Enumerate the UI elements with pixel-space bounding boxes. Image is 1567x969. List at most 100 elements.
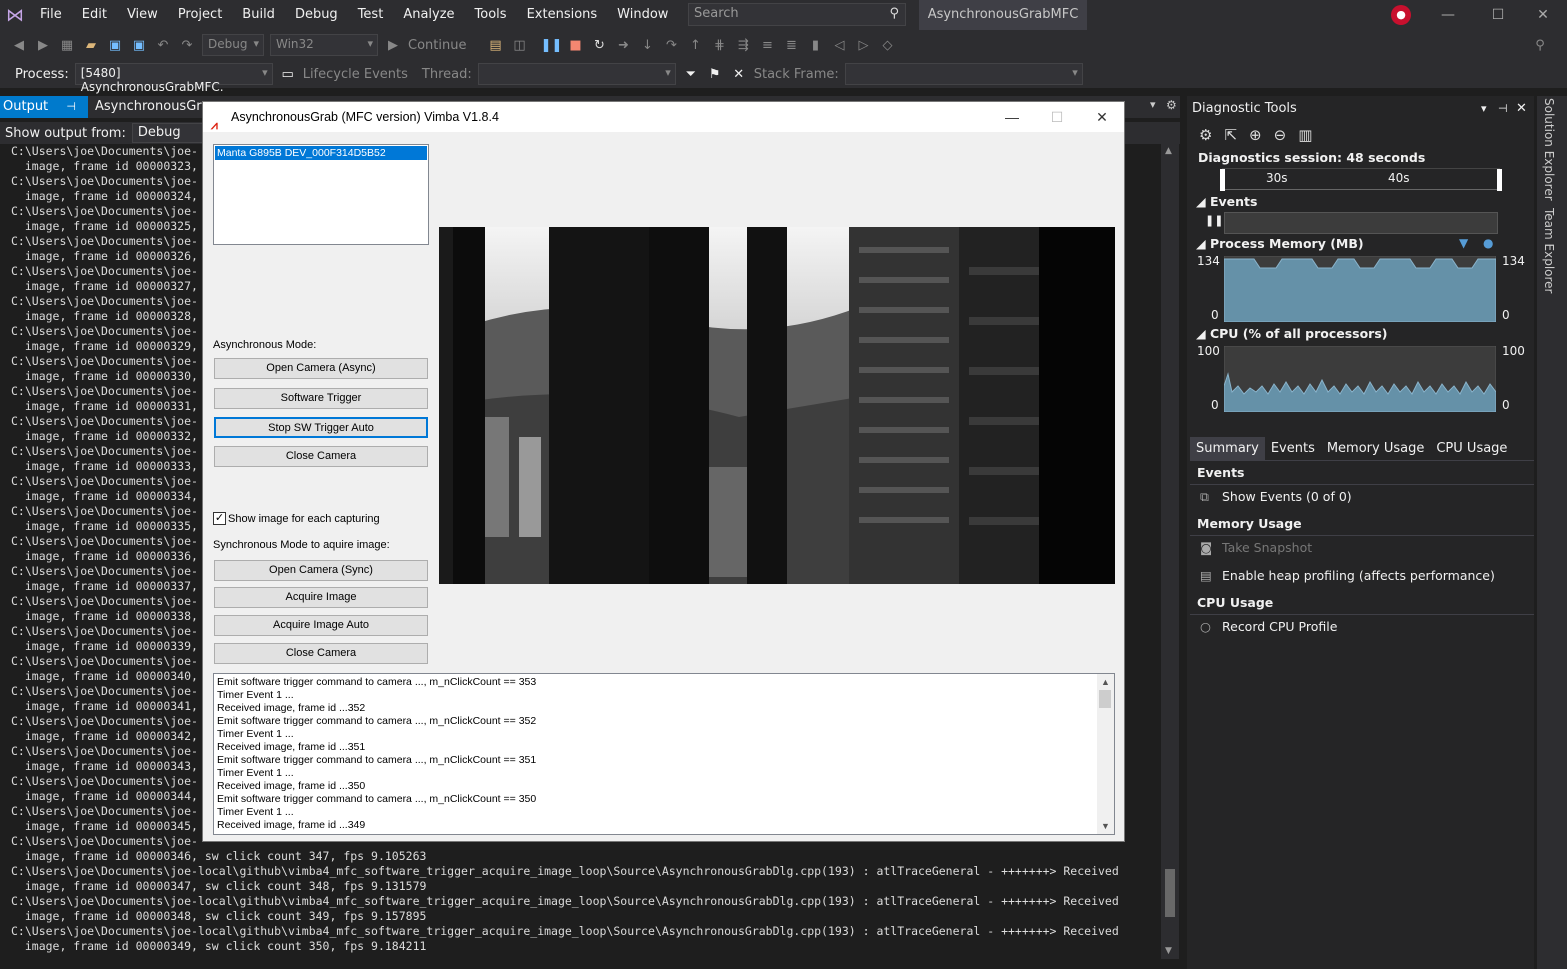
- close-icon[interactable]: ✕: [1516, 96, 1527, 122]
- continue-icon[interactable]: ▶: [384, 36, 402, 54]
- checkbox-checked-icon[interactable]: ✓: [213, 512, 226, 525]
- software-trigger-button[interactable]: Software Trigger: [214, 388, 428, 409]
- save-icon[interactable]: ▣: [106, 36, 124, 54]
- maximize-button[interactable]: ☐: [1475, 0, 1521, 30]
- dialog-minimize-button[interactable]: —: [989, 102, 1035, 132]
- pause-events-icon[interactable]: ❚❚: [1205, 214, 1223, 227]
- dialog-maximize-button[interactable]: ☐: [1034, 102, 1080, 132]
- process-select[interactable]: [5480] AsynchronousGrabMFC.: [74, 63, 273, 94]
- settings-icon[interactable]: ⚙: [1199, 126, 1212, 144]
- timeline-ruler[interactable]: 30s 40s: [1220, 168, 1502, 191]
- screenshot-icon[interactable]: ◫: [510, 36, 528, 54]
- lifecycle-events-dropdown[interactable]: Lifecycle Events: [303, 67, 408, 82]
- stop-icon[interactable]: ■: [566, 36, 584, 54]
- menu-item[interactable]: Edit: [72, 0, 117, 30]
- show-image-checkbox[interactable]: ✓ Show image for each capturing: [213, 512, 380, 525]
- comment-icon[interactable]: ≣: [782, 36, 800, 54]
- dialog-close-button[interactable]: ✕: [1079, 102, 1125, 132]
- acquire-image-auto-button[interactable]: Acquire Image Auto: [214, 615, 428, 636]
- minimize-button[interactable]: —: [1425, 0, 1471, 30]
- open-file-icon[interactable]: ▰: [82, 36, 100, 54]
- scroll-up-icon[interactable]: ▲: [1101, 676, 1110, 689]
- save-all-icon[interactable]: ▣: [130, 36, 148, 54]
- restart-icon[interactable]: ↻: [590, 36, 608, 54]
- menu-item[interactable]: Build: [232, 0, 285, 30]
- step-over-icon[interactable]: ↷: [662, 36, 680, 54]
- pause-icon[interactable]: ❚❚: [541, 36, 563, 54]
- camera-list-item[interactable]: Manta G895B DEV_000F314D5B52: [215, 146, 427, 160]
- camera-list[interactable]: Manta G895B DEV_000F314D5B52: [213, 144, 429, 245]
- menu-item[interactable]: Analyze: [393, 0, 464, 30]
- show-next-statement-icon[interactable]: ➜: [614, 36, 632, 54]
- diag-tab[interactable]: Summary: [1190, 437, 1265, 460]
- acquire-image-button[interactable]: Acquire Image: [214, 587, 428, 608]
- show-events-link[interactable]: ⧉ Show Events (0 of 0): [1200, 486, 1352, 508]
- attach-icon[interactable]: ▤: [486, 36, 504, 54]
- output-scrollbar[interactable]: ▲ ▼: [1161, 144, 1179, 959]
- zoom-in-icon[interactable]: ⊕: [1249, 126, 1262, 144]
- record-cpu-profile-button[interactable]: ○ Record CPU Profile: [1200, 616, 1337, 638]
- log-scroll-thumb[interactable]: [1099, 690, 1111, 708]
- diag-tab[interactable]: CPU Usage: [1430, 437, 1513, 460]
- menu-item[interactable]: Extensions: [517, 0, 608, 30]
- forward-icon[interactable]: ▶: [34, 36, 52, 54]
- redo-icon[interactable]: ↷: [178, 36, 196, 54]
- solution-explorer-tab[interactable]: Solution Explorer: [1542, 98, 1556, 201]
- diag-tab[interactable]: Memory Usage: [1321, 437, 1431, 460]
- flag-icon[interactable]: ⚑: [706, 65, 724, 83]
- bookmark-next-icon[interactable]: ▷: [854, 36, 872, 54]
- menu-item[interactable]: Test: [348, 0, 394, 30]
- reset-zoom-icon[interactable]: ▥: [1298, 126, 1312, 144]
- continue-button[interactable]: Continue: [408, 38, 466, 53]
- back-icon[interactable]: ◀: [10, 36, 28, 54]
- menu-item[interactable]: Window: [607, 0, 678, 30]
- scroll-up-icon[interactable]: ▲: [1165, 146, 1172, 156]
- open-camera-sync-button[interactable]: Open Camera (Sync): [214, 560, 428, 581]
- stop-sw-trigger-auto-button[interactable]: Stop SW Trigger Auto: [214, 417, 428, 438]
- list-icon[interactable]: ≡: [758, 36, 776, 54]
- pin-icon[interactable]: ⊣: [66, 100, 76, 113]
- platform-select[interactable]: Win32: [270, 34, 378, 56]
- team-explorer-tab[interactable]: Team Explorer: [1542, 208, 1556, 294]
- menu-item[interactable]: File: [30, 0, 72, 30]
- take-snapshot-button[interactable]: ◙ Take Snapshot: [1200, 537, 1312, 559]
- event-log-listbox[interactable]: Emit software trigger command to camera …: [213, 673, 1115, 835]
- thread-icon[interactable]: ⇶: [734, 36, 752, 54]
- bookmark-prev-icon[interactable]: ◁: [830, 36, 848, 54]
- search-input[interactable]: Search ⚲: [688, 3, 906, 26]
- menu-item[interactable]: View: [117, 0, 168, 30]
- new-project-icon[interactable]: ▦: [58, 36, 76, 54]
- gear-icon[interactable]: ⚙: [1166, 98, 1177, 112]
- export-icon[interactable]: ⇱: [1224, 126, 1237, 144]
- search-icon[interactable]: ⚲: [889, 6, 899, 21]
- close-camera-async-button[interactable]: Close Camera: [214, 446, 428, 467]
- configuration-select[interactable]: Debug: [202, 34, 264, 56]
- thread-select[interactable]: [477, 63, 676, 85]
- diag-tab[interactable]: Events: [1265, 437, 1321, 460]
- cpu-chart[interactable]: [1224, 346, 1496, 412]
- bookmark-icon[interactable]: ▮: [806, 36, 824, 54]
- tab-output[interactable]: Output ⊣ ✕: [0, 96, 88, 136]
- scroll-down-icon[interactable]: ▼: [1101, 820, 1110, 833]
- live-share-icon[interactable]: ⚲: [1531, 36, 1549, 54]
- menu-item[interactable]: Debug: [285, 0, 348, 30]
- step-into-icon[interactable]: ↓: [638, 36, 656, 54]
- dropdown-icon[interactable]: ▾: [1150, 98, 1156, 111]
- close-camera-sync-button[interactable]: Close Camera: [214, 643, 428, 664]
- close-button[interactable]: ✕: [1520, 0, 1566, 30]
- undo-icon[interactable]: ↶: [154, 36, 172, 54]
- heap-profiling-toggle[interactable]: ▤ Enable heap profiling (affects performa…: [1200, 565, 1495, 587]
- bookmark-clear-icon[interactable]: ◇: [878, 36, 896, 54]
- hex-icon[interactable]: ⋕: [710, 36, 728, 54]
- dropdown-icon[interactable]: ▾: [1481, 96, 1487, 122]
- scrollbar-thumb[interactable]: [1165, 869, 1175, 917]
- avatar[interactable]: ●: [1391, 5, 1411, 25]
- pin-icon[interactable]: ⊣: [1498, 96, 1508, 122]
- log-scrollbar[interactable]: ▲ ▼: [1097, 674, 1114, 834]
- events-track[interactable]: [1224, 212, 1498, 234]
- stack-frame-select[interactable]: [844, 63, 1083, 85]
- menu-item[interactable]: Tools: [465, 0, 517, 30]
- scroll-down-icon[interactable]: ▼: [1165, 946, 1172, 956]
- tab-asynchronousgrab[interactable]: AsynchronousGrab: [92, 96, 207, 118]
- filter-icon[interactable]: ⏷: [682, 65, 700, 83]
